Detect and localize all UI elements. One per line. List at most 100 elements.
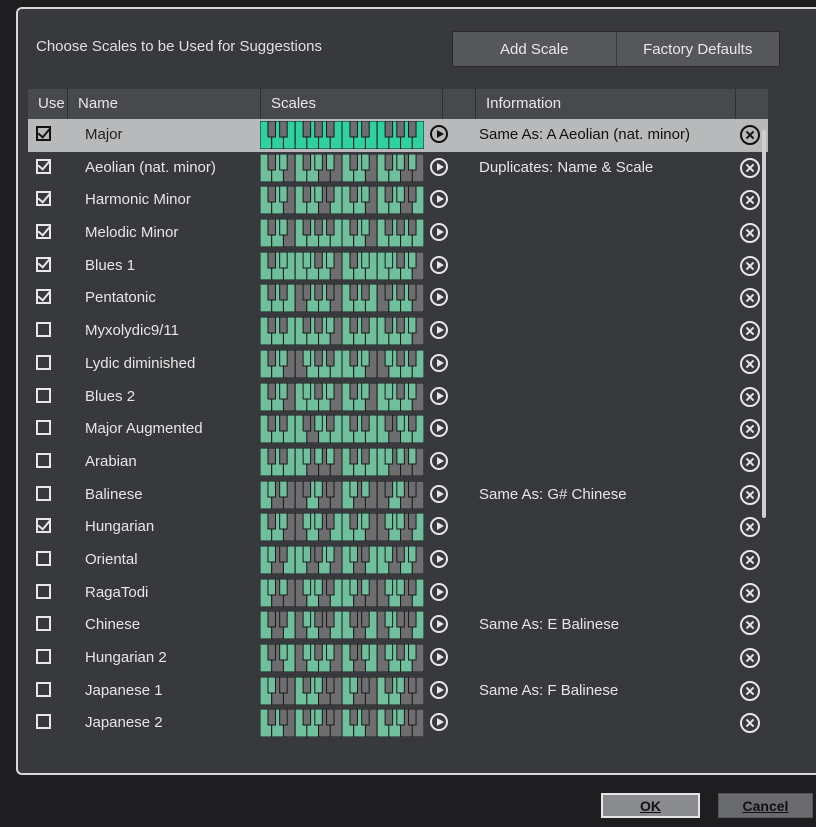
use-checkbox[interactable] — [36, 322, 51, 338]
play-triangle-icon — [436, 391, 444, 400]
play-icon[interactable] — [430, 517, 448, 536]
use-checkbox[interactable] — [36, 124, 51, 141]
table-row[interactable]: Aeolian (nat. minor) Duplicates: Name & S… — [28, 152, 768, 185]
col-header-name[interactable]: Name — [68, 89, 261, 119]
play-icon[interactable] — [430, 582, 448, 601]
use-checkbox[interactable] — [36, 452, 51, 468]
scale-keyboard — [259, 218, 425, 248]
table-row[interactable]: Oriental — [28, 544, 768, 577]
play-icon[interactable] — [430, 190, 448, 209]
black-key — [302, 512, 312, 530]
play-icon[interactable] — [430, 255, 448, 274]
use-checkbox[interactable] — [36, 649, 51, 664]
remove-circle-icon[interactable] — [740, 255, 760, 276]
use-checkbox[interactable] — [36, 583, 51, 599]
table-row[interactable]: Arabian — [28, 446, 768, 479]
remove-circle-icon[interactable] — [740, 321, 760, 342]
play-icon[interactable] — [430, 680, 448, 699]
table-row[interactable]: Lydic diminished — [28, 348, 768, 381]
use-checkbox[interactable] — [36, 255, 51, 272]
ok-button[interactable]: OK — [601, 793, 700, 818]
table-row[interactable]: Blues 1 — [28, 250, 768, 283]
remove-circle-icon[interactable] — [740, 353, 760, 374]
table-row[interactable]: Harmonic Minor — [28, 184, 768, 217]
use-checkbox[interactable] — [36, 287, 51, 305]
black-key — [408, 447, 417, 465]
table-row[interactable]: Balinese Same As: G# Chinese — [28, 479, 768, 512]
remove-circle-icon[interactable] — [740, 484, 760, 505]
remove-circle-icon[interactable] — [740, 680, 760, 701]
remove-circle-icon[interactable] — [740, 419, 760, 440]
remove-circle-icon[interactable] — [740, 517, 760, 538]
use-checkbox[interactable] — [36, 485, 51, 501]
col-header-use[interactable]: Use — [28, 89, 68, 119]
play-icon[interactable] — [430, 713, 448, 732]
black-key — [396, 643, 405, 661]
play-icon[interactable] — [430, 615, 448, 634]
table-row[interactable]: Japanese 1 Same As: F Balinese — [28, 675, 768, 708]
remove-circle-icon[interactable] — [740, 615, 760, 636]
play-icon[interactable] — [430, 125, 448, 143]
add-scale-button[interactable]: Add Scale — [453, 32, 616, 66]
remove-circle-icon[interactable] — [740, 223, 760, 244]
use-checkbox[interactable] — [36, 354, 51, 370]
remove-circle-icon[interactable] — [740, 648, 760, 668]
use-checkbox[interactable] — [36, 681, 51, 697]
play-icon[interactable] — [430, 288, 448, 307]
remove-circle-icon[interactable] — [740, 451, 760, 472]
remove-circle-icon[interactable] — [740, 157, 760, 178]
table-row[interactable]: Myxolydic9/11 — [28, 315, 768, 348]
table-row[interactable]: Major Same As: A Aeolian (nat. minor) — [28, 119, 768, 152]
use-checkbox[interactable] — [36, 616, 51, 632]
black-key — [384, 708, 394, 726]
remove-circle-icon[interactable] — [740, 288, 760, 309]
table-row[interactable]: Melodic Minor — [28, 217, 768, 250]
table-row[interactable]: Blues 2 — [28, 381, 768, 414]
play-icon[interactable] — [430, 419, 448, 438]
remove-circle-icon[interactable] — [740, 582, 760, 603]
factory-defaults-button[interactable]: Factory Defaults — [615, 32, 779, 66]
table-row[interactable]: Chinese Same As: E Balinese — [28, 609, 768, 642]
black-key — [279, 414, 288, 432]
table-row[interactable]: Major Augmented — [28, 413, 768, 446]
black-key — [279, 349, 288, 367]
play-icon[interactable] — [430, 223, 448, 242]
play-icon[interactable] — [430, 549, 448, 568]
black-key — [279, 382, 288, 399]
use-checkbox[interactable] — [36, 420, 51, 436]
black-key — [384, 414, 394, 432]
use-checkbox[interactable] — [36, 189, 51, 207]
use-checkbox[interactable] — [36, 550, 51, 566]
remove-circle-icon[interactable] — [740, 190, 760, 211]
remove-circle-icon[interactable] — [740, 713, 760, 734]
cancel-button[interactable]: Cancel — [718, 793, 813, 818]
scale-name: Aeolian (nat. minor) — [85, 158, 216, 176]
black-key — [326, 643, 335, 661]
table-row[interactable]: Pentatonic — [28, 282, 768, 315]
play-icon[interactable] — [430, 451, 448, 470]
black-key — [384, 120, 394, 138]
use-checkbox[interactable] — [36, 222, 51, 240]
play-icon[interactable] — [430, 321, 448, 340]
use-checkbox[interactable] — [36, 516, 51, 534]
play-icon[interactable] — [430, 484, 448, 503]
play-icon[interactable] — [430, 353, 448, 372]
use-checkbox[interactable] — [36, 714, 51, 730]
col-header-information[interactable]: Information — [476, 89, 736, 119]
play-icon[interactable] — [430, 648, 448, 666]
play-icon[interactable] — [430, 157, 448, 176]
use-checkbox[interactable] — [36, 387, 51, 403]
table-row[interactable]: Hungarian 2 — [28, 642, 768, 675]
table-row[interactable]: Hungarian — [28, 511, 768, 544]
use-checkbox[interactable] — [36, 157, 51, 174]
remove-circle-icon[interactable] — [740, 125, 760, 145]
table-row[interactable]: RagaTodi — [28, 577, 768, 610]
black-key — [279, 153, 288, 171]
vertical-scrollbar[interactable] — [762, 130, 766, 518]
black-key — [361, 185, 370, 203]
remove-circle-icon[interactable] — [740, 386, 760, 407]
col-header-scales[interactable]: Scales — [261, 89, 443, 119]
table-row[interactable]: Japanese 2 — [28, 707, 768, 740]
play-icon[interactable] — [430, 386, 448, 405]
remove-circle-icon[interactable] — [740, 549, 760, 570]
